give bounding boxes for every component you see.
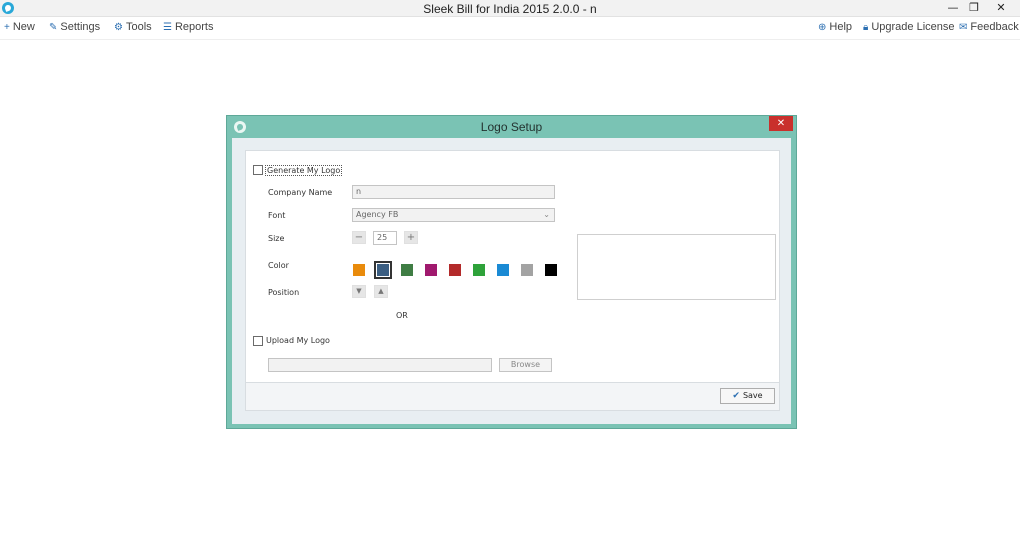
position-down-button[interactable]: ▼ xyxy=(352,285,366,298)
dialog-title: Logo Setup xyxy=(480,120,543,134)
dialog-title-bar[interactable]: Logo Setup ✕ xyxy=(227,116,796,138)
menu-bar: + New ✎ Settings ⚙ Tools ☰ Reports ⊕ Help 🔒︎ U… xyxy=(0,17,1020,40)
help-icon: ⊕ xyxy=(818,22,827,33)
color-swatch[interactable] xyxy=(473,264,485,276)
menu-tools[interactable]: ⚙ Tools xyxy=(114,21,152,33)
logo-form: Generate My Logo Company Name n Font Age… xyxy=(245,150,780,383)
save-button[interactable]: ✔ Save xyxy=(720,388,775,404)
logo-preview xyxy=(577,234,776,300)
color-swatch[interactable] xyxy=(353,264,365,276)
menu-feedback-label: Feedback xyxy=(970,21,1019,33)
size-increase-button[interactable]: + xyxy=(404,231,418,244)
app-title-bar: Sleek Bill for India 2015 2.0.0 - n — ❐ … xyxy=(0,0,1020,17)
size-input[interactable]: 25 xyxy=(373,231,397,245)
lock-icon: 🔒︎ xyxy=(863,22,869,33)
menu-reports[interactable]: ☰ Reports xyxy=(163,21,214,33)
close-window-button[interactable]: ✕ xyxy=(988,0,1014,16)
upload-path-input[interactable] xyxy=(268,358,492,372)
color-swatch[interactable] xyxy=(521,264,533,276)
size-label: Size xyxy=(268,234,285,243)
menu-new[interactable]: + New xyxy=(4,21,35,33)
menu-help[interactable]: ⊕ Help xyxy=(818,21,852,33)
generate-logo-label[interactable]: Generate My Logo xyxy=(265,165,343,176)
minus-icon: − xyxy=(354,232,364,243)
font-select[interactable]: Agency FB ⌄ xyxy=(352,208,555,222)
envelope-icon: ✉ xyxy=(959,22,968,33)
menu-feedback[interactable]: ✉ Feedback xyxy=(959,21,1019,33)
menu-new-label: New xyxy=(12,21,35,33)
font-select-value: Agency FB xyxy=(356,210,399,219)
dialog-close-button[interactable]: ✕ xyxy=(769,116,793,131)
company-name-label: Company Name xyxy=(268,188,333,197)
check-icon: ✔ xyxy=(732,391,740,401)
dialog-footer: ✔ Save xyxy=(245,383,780,411)
plus-icon: + xyxy=(406,232,416,243)
chevron-down-icon: ⌄ xyxy=(543,210,550,219)
upload-logo-checkbox[interactable] xyxy=(253,336,263,346)
menu-settings[interactable]: ✎ Settings xyxy=(49,21,100,33)
caret-up-icon: ▲ xyxy=(378,287,384,295)
menu-settings-label: Settings xyxy=(60,21,101,33)
color-swatch[interactable] xyxy=(425,264,437,276)
pencil-icon: ✎ xyxy=(49,22,58,33)
size-decrease-button[interactable]: − xyxy=(352,231,366,244)
color-swatch[interactable] xyxy=(449,264,461,276)
save-button-label: Save xyxy=(742,391,763,400)
caret-down-icon: ▼ xyxy=(356,287,362,295)
restore-button[interactable]: ❐ xyxy=(961,0,987,16)
gear-icon: ⚙ xyxy=(114,22,123,33)
color-swatch[interactable] xyxy=(401,264,413,276)
logo-setup-dialog: Logo Setup ✕ Generate My Logo Company Na… xyxy=(226,115,797,429)
or-separator: OR xyxy=(396,311,408,320)
browse-button[interactable]: Browse xyxy=(499,358,552,372)
font-label: Font xyxy=(268,211,286,220)
menu-upgrade-label: Upgrade License xyxy=(871,21,955,33)
menu-help-label: Help xyxy=(829,21,853,33)
color-swatch[interactable] xyxy=(374,261,392,279)
generate-logo-checkbox[interactable] xyxy=(253,165,263,175)
color-label: Color xyxy=(268,261,289,270)
menu-reports-label: Reports xyxy=(174,21,214,33)
list-icon: ☰ xyxy=(163,22,172,33)
dialog-body: Generate My Logo Company Name n Font Age… xyxy=(232,138,791,424)
color-swatch[interactable] xyxy=(497,264,509,276)
menu-tools-label: Tools xyxy=(125,21,152,33)
company-name-input[interactable]: n xyxy=(352,185,555,199)
position-label: Position xyxy=(268,288,300,297)
color-swatch[interactable] xyxy=(545,264,557,276)
menu-upgrade-license[interactable]: 🔒︎ Upgrade License xyxy=(863,21,955,33)
plus-icon: + xyxy=(4,22,10,33)
app-title: Sleek Bill for India 2015 2.0.0 - n xyxy=(423,2,597,16)
upload-logo-label: Upload My Logo xyxy=(266,336,330,345)
position-up-button[interactable]: ▲ xyxy=(374,285,388,298)
